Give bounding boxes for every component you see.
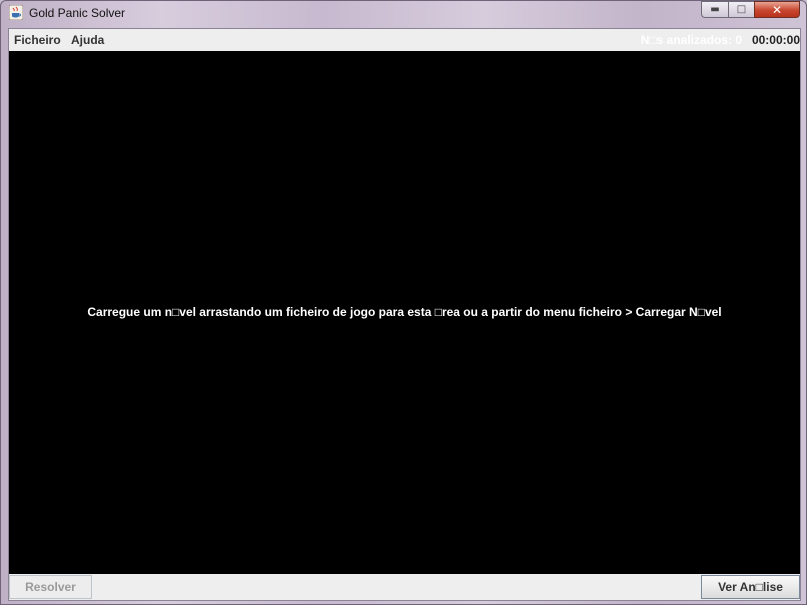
ver-analise-button[interactable]: Ver An□lise <box>701 575 800 599</box>
maximize-icon: □ <box>736 4 747 15</box>
menu-ajuda[interactable]: Ajuda <box>71 33 104 47</box>
minimize-button[interactable]: ▬ <box>701 1 728 18</box>
close-icon: ✕ <box>771 2 783 17</box>
menu-ficheiro[interactable]: Ficheiro <box>14 33 61 47</box>
close-button[interactable]: ✕ <box>754 1 800 18</box>
title-bar[interactable]: Gold Panic Solver ▬ □ ✕ <box>1 1 806 25</box>
app-window: Gold Panic Solver ▬ □ ✕ Ficheiro Ajuda N… <box>0 0 807 605</box>
menu-bar: Ficheiro Ajuda N□s analizados: 0 00:00:0… <box>9 29 800 51</box>
caption-buttons: ▬ □ ✕ <box>701 1 800 19</box>
load-level-message: Carregue um n□vel arrastando um ficheiro… <box>87 305 722 319</box>
game-drop-area[interactable]: Carregue um n□vel arrastando um ficheiro… <box>9 51 800 574</box>
client-area: Ficheiro Ajuda N□s analizados: 0 00:00:0… <box>8 28 801 601</box>
java-cup-icon <box>8 4 24 21</box>
elapsed-timer: 00:00:00 <box>751 33 800 47</box>
resolver-button[interactable]: Resolver <box>9 575 92 599</box>
nodes-analyzed-status: N□s analizados: 0 <box>640 33 742 47</box>
maximize-button[interactable]: □ <box>728 1 754 18</box>
window-title: Gold Panic Solver <box>29 6 126 20</box>
bottom-toolbar: Resolver Ver An□lise <box>9 574 800 600</box>
minimize-icon: ▬ <box>710 4 720 15</box>
